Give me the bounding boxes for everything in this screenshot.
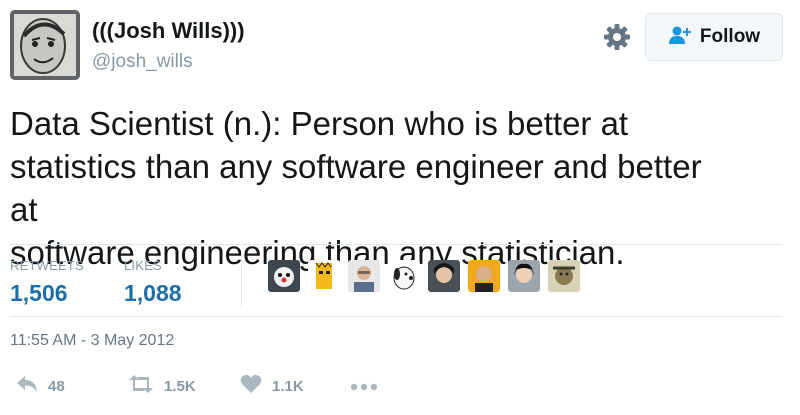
tweet-text: Data Scientist (n.): Person who is bette…	[10, 102, 730, 274]
author-name[interactable]: (((Josh Wills)))	[92, 18, 245, 44]
like-button[interactable]: 1.1K	[240, 374, 350, 399]
likes-stat[interactable]: LIKES 1,088	[124, 258, 182, 307]
tweet-line: Data Scientist (n.): Person who is bette…	[10, 105, 629, 142]
like-count: 1.1K	[272, 378, 304, 395]
liker-avatars	[268, 260, 580, 292]
follow-label: Follow	[699, 26, 761, 47]
action-bar: 48 1.5K 1.1K	[16, 374, 378, 399]
avatar-image	[10, 10, 80, 80]
retweet-count: 1.5K	[164, 378, 196, 395]
avatar[interactable]	[10, 10, 80, 80]
reply-icon	[16, 375, 38, 398]
retweets-count: 1,506	[10, 280, 68, 306]
add-person-icon	[668, 25, 692, 50]
retweet-button[interactable]: 1.5K	[128, 375, 240, 398]
follow-button[interactable]: Follow	[645, 13, 783, 61]
reply-button[interactable]: 48	[16, 375, 128, 398]
liker-avatar[interactable]	[348, 260, 380, 292]
more-button[interactable]	[350, 378, 378, 396]
likes-label: LIKES	[124, 258, 162, 273]
tweet-line: statistics than any software engineer an…	[10, 148, 702, 228]
divider	[10, 316, 782, 317]
liker-avatar[interactable]	[308, 260, 340, 292]
timestamp[interactable]: 11:55 AM - 3 May 2012	[10, 332, 174, 350]
heart-icon	[240, 374, 262, 399]
gear-icon[interactable]	[601, 21, 633, 53]
stats-separator	[241, 252, 242, 308]
liker-avatar[interactable]	[268, 260, 300, 292]
liker-avatar[interactable]	[388, 260, 420, 292]
liker-avatar[interactable]	[548, 260, 580, 292]
liker-avatar[interactable]	[508, 260, 540, 292]
retweet-icon	[128, 375, 154, 398]
liker-avatar[interactable]	[468, 260, 500, 292]
reply-count: 48	[48, 378, 65, 395]
divider	[10, 244, 782, 245]
retweets-label: RETWEETS	[10, 258, 84, 273]
more-icon	[350, 378, 378, 396]
author-handle[interactable]: @josh_wills	[92, 51, 193, 73]
retweets-stat[interactable]: RETWEETS 1,506	[10, 258, 84, 307]
liker-avatar[interactable]	[428, 260, 460, 292]
likes-count: 1,088	[124, 280, 182, 306]
